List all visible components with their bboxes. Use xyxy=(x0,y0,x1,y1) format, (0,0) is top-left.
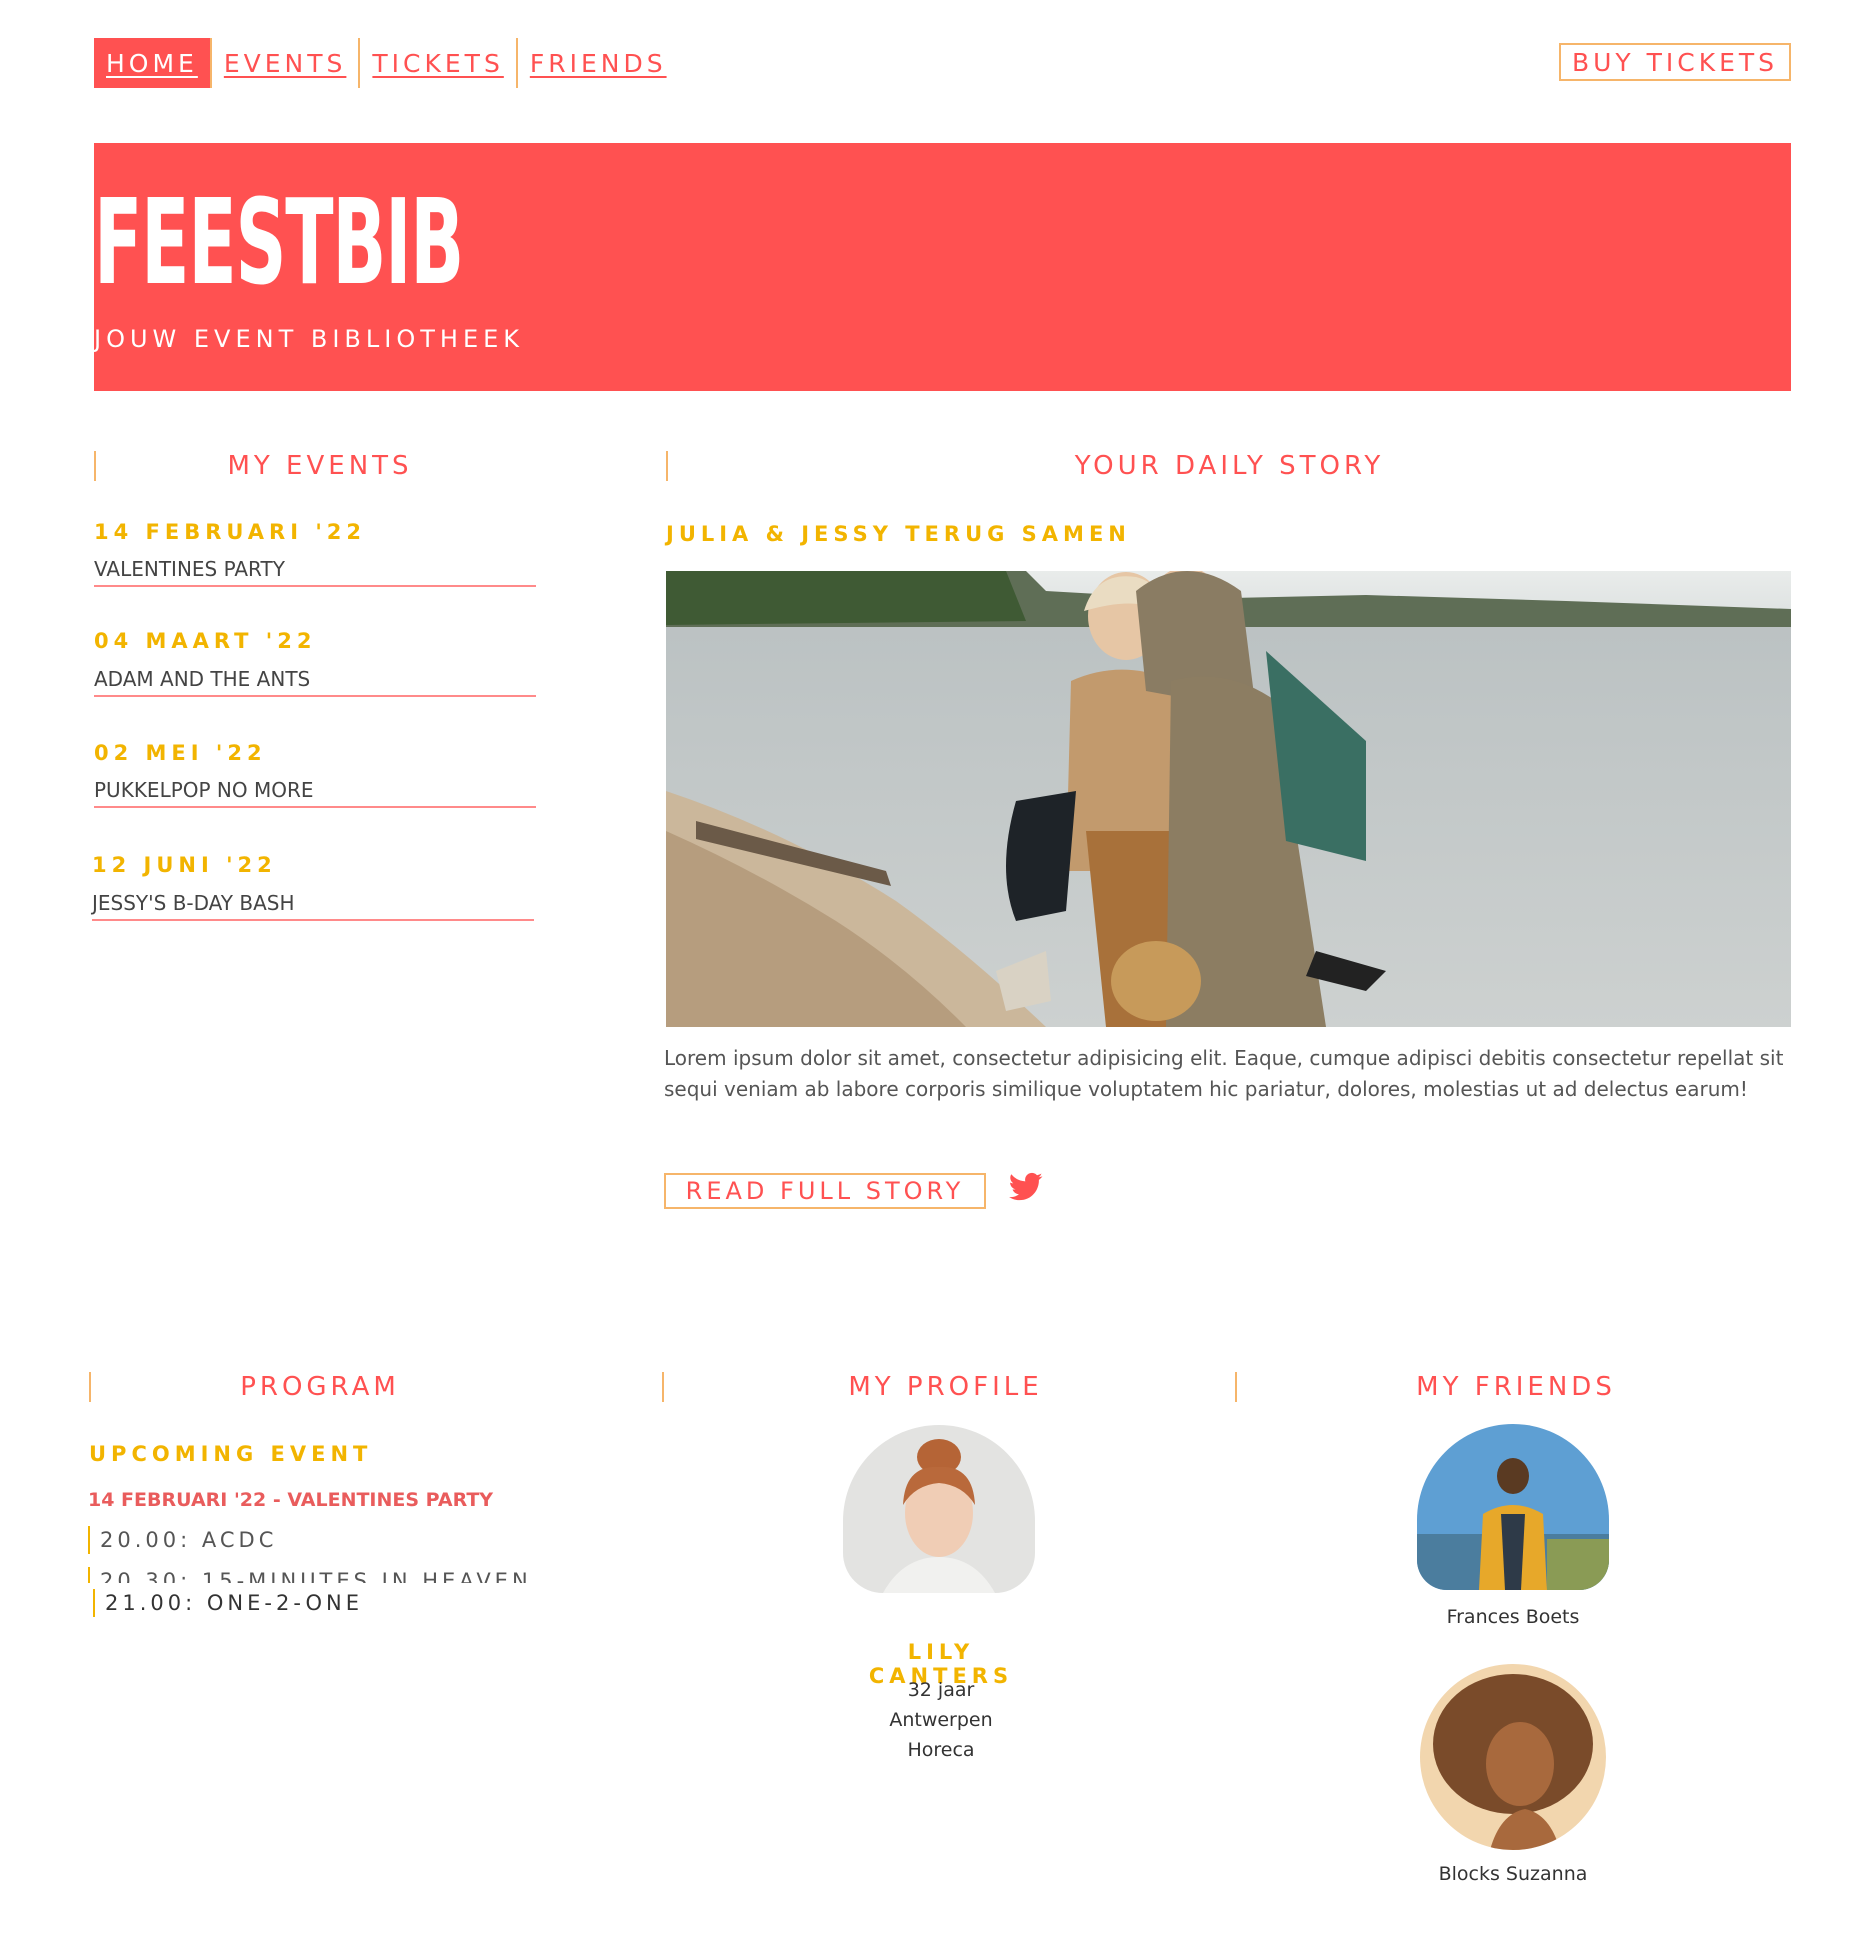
my-profile-heading: MY PROFILE xyxy=(662,1372,1227,1402)
site-title: FEESTBIB xyxy=(94,173,464,311)
event-date: 04 MAART '22 xyxy=(94,629,317,653)
hero-banner: FEESTBIB JOUW EVENT BIBLIOTHEEK xyxy=(94,143,1791,391)
my-friends-heading: MY FRIENDS xyxy=(1235,1372,1795,1402)
program-item: 20.00: ACDC xyxy=(88,1526,277,1554)
nav-friends[interactable]: FRIENDS xyxy=(515,38,679,88)
event-date: 02 MEI '22 xyxy=(94,741,267,765)
event-name[interactable]: ADAM AND THE ANTS xyxy=(94,667,536,697)
event-name[interactable]: PUKKELPOP NO MORE xyxy=(94,778,536,808)
read-full-story-button[interactable]: READ FULL STORY xyxy=(664,1173,986,1209)
upcoming-event-label: UPCOMING EVENT xyxy=(89,1442,373,1466)
program-heading: PROGRAM xyxy=(89,1372,549,1402)
friend-avatar[interactable] xyxy=(1420,1664,1606,1850)
event-name[interactable]: VALENTINES PARTY xyxy=(94,557,536,587)
upcoming-event-title: 14 FEBRUARI '22 - VALENTINES PARTY xyxy=(88,1489,494,1511)
profile-avatar[interactable] xyxy=(843,1425,1035,1593)
nav-tickets[interactable]: TICKETS xyxy=(358,38,515,88)
twitter-icon[interactable] xyxy=(1009,1172,1043,1202)
nav-events[interactable]: EVENTS xyxy=(209,38,359,88)
daily-story-heading: YOUR DAILY STORY xyxy=(666,451,1791,481)
story-title: JULIA & JESSY TERUG SAMEN xyxy=(666,522,1131,546)
event-date: 14 FEBRUARI '22 xyxy=(94,520,367,544)
nav-home[interactable]: HOME xyxy=(94,38,210,88)
program-item: 20.30: 15-MINUTES IN HEAVEN xyxy=(88,1567,532,1583)
event-date: 12 JUNI '22 xyxy=(92,853,277,877)
friend-avatar[interactable] xyxy=(1417,1424,1609,1590)
profile-job: Horeca xyxy=(907,1739,975,1761)
site-subtitle: JOUW EVENT BIBLIOTHEEK xyxy=(94,325,525,353)
story-image xyxy=(666,571,1791,1027)
friend-name: Frances Boets xyxy=(1446,1606,1580,1628)
program-item: 21.00: ONE-2-ONE xyxy=(93,1589,363,1617)
story-text: Lorem ipsum dolor sit amet, consectetur … xyxy=(664,1046,1784,1101)
my-events-heading: MY EVENTS xyxy=(94,451,544,481)
main-nav: HOME EVENTS TICKETS FRIENDS xyxy=(94,37,679,89)
buy-tickets-button[interactable]: BUY TICKETS xyxy=(1559,43,1791,81)
friend-name: Blocks Suzanna xyxy=(1438,1863,1588,1885)
event-name[interactable]: JESSY'S B-DAY BASH xyxy=(92,891,534,921)
profile-age: 32 jaar xyxy=(907,1679,975,1701)
profile-city: Antwerpen xyxy=(889,1709,993,1731)
